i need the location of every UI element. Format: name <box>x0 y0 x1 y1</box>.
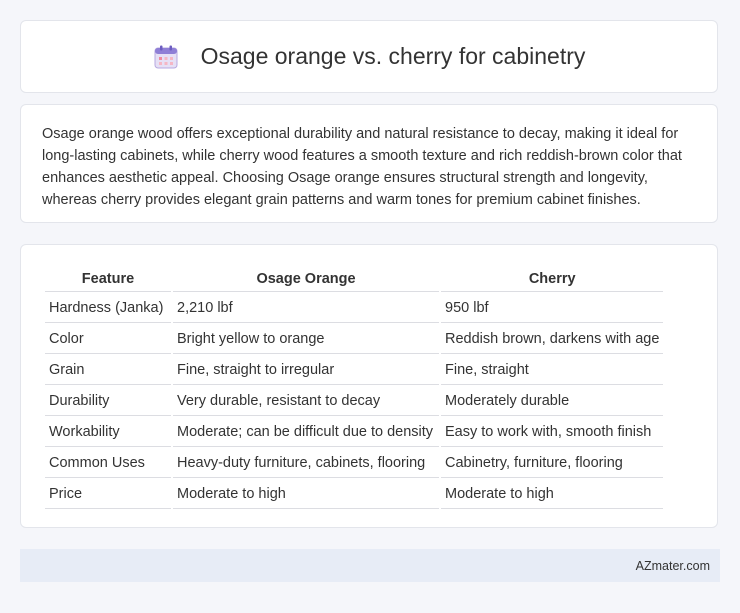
feature-cell: Price <box>45 480 171 509</box>
table-row: Common Uses Heavy-duty furniture, cabine… <box>45 449 664 478</box>
comparison-card: Feature Osage Orange Cherry Hardness (Ja… <box>20 244 718 528</box>
table-row: Durability Very durable, resistant to de… <box>45 387 664 416</box>
osage-cell: Heavy-duty furniture, cabinets, flooring <box>173 449 439 478</box>
cherry-cell: 950 lbf <box>441 294 664 323</box>
osage-cell: Moderate; can be difficult due to densit… <box>173 418 439 447</box>
cherry-cell: Cabinetry, furniture, flooring <box>441 449 664 478</box>
intro-paragraph: Osage orange wood offers exceptional dur… <box>42 126 682 208</box>
feature-cell: Grain <box>45 356 171 385</box>
cherry-cell: Moderate to high <box>441 480 664 509</box>
comparison-table: Feature Osage Orange Cherry Hardness (Ja… <box>43 265 665 511</box>
footer-bar: AZmater.com <box>20 549 720 582</box>
feature-cell: Color <box>45 325 171 354</box>
table-row: Grain Fine, straight to irregular Fine, … <box>45 356 664 385</box>
title-card: Osage orange vs. cherry for cabinetry <box>20 20 718 93</box>
osage-cell: Fine, straight to irregular <box>173 356 439 385</box>
osage-cell: Moderate to high <box>173 480 439 509</box>
source-label: AZmater.com <box>635 558 710 573</box>
feature-cell: Workability <box>45 418 171 447</box>
intro-card: Osage orange wood offers exceptional dur… <box>20 104 718 223</box>
feature-cell: Durability <box>45 387 171 416</box>
header-cherry: Cherry <box>441 267 664 292</box>
calendar-icon <box>153 44 179 70</box>
table-header-row: Feature Osage Orange Cherry <box>45 267 664 292</box>
cherry-cell: Easy to work with, smooth finish <box>441 418 664 447</box>
page-title: Osage orange vs. cherry for cabinetry <box>200 43 586 69</box>
table-row: Price Moderate to high Moderate to high <box>45 480 664 509</box>
osage-cell: Bright yellow to orange <box>173 325 439 354</box>
header-osage-orange: Osage Orange <box>173 267 439 292</box>
cherry-cell: Fine, straight <box>441 356 664 385</box>
table-row: Hardness (Janka) 2,210 lbf 950 lbf <box>45 294 664 323</box>
table-row: Workability Moderate; can be difficult d… <box>45 418 664 447</box>
cherry-cell: Moderately durable <box>441 387 664 416</box>
feature-cell: Hardness (Janka) <box>45 294 171 323</box>
table-row: Color Bright yellow to orange Reddish br… <box>45 325 664 354</box>
header-feature: Feature <box>45 267 171 292</box>
cherry-cell: Reddish brown, darkens with age <box>441 325 664 354</box>
osage-cell: 2,210 lbf <box>173 294 439 323</box>
feature-cell: Common Uses <box>45 449 171 478</box>
osage-cell: Very durable, resistant to decay <box>173 387 439 416</box>
